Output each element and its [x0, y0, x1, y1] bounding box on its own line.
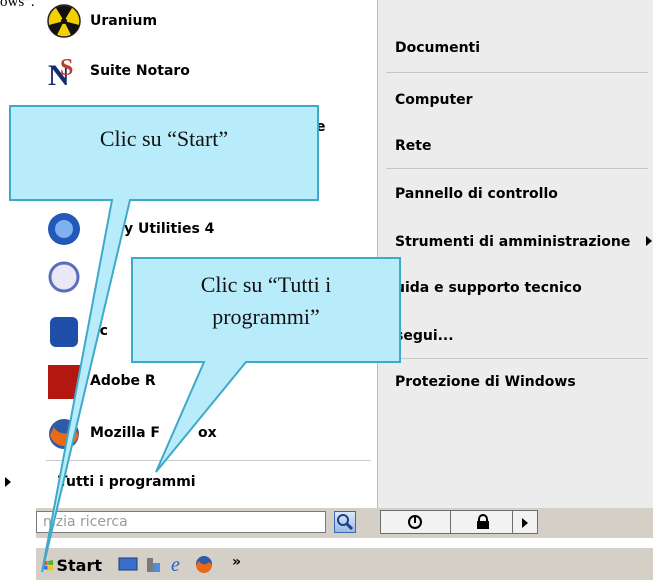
callout-all-programs-line1: Clic su “Tutti i [200, 272, 332, 297]
callout-all-programs-line2: programmi” [212, 304, 320, 329]
callout-start-text: Clic su “Start” [99, 126, 229, 151]
